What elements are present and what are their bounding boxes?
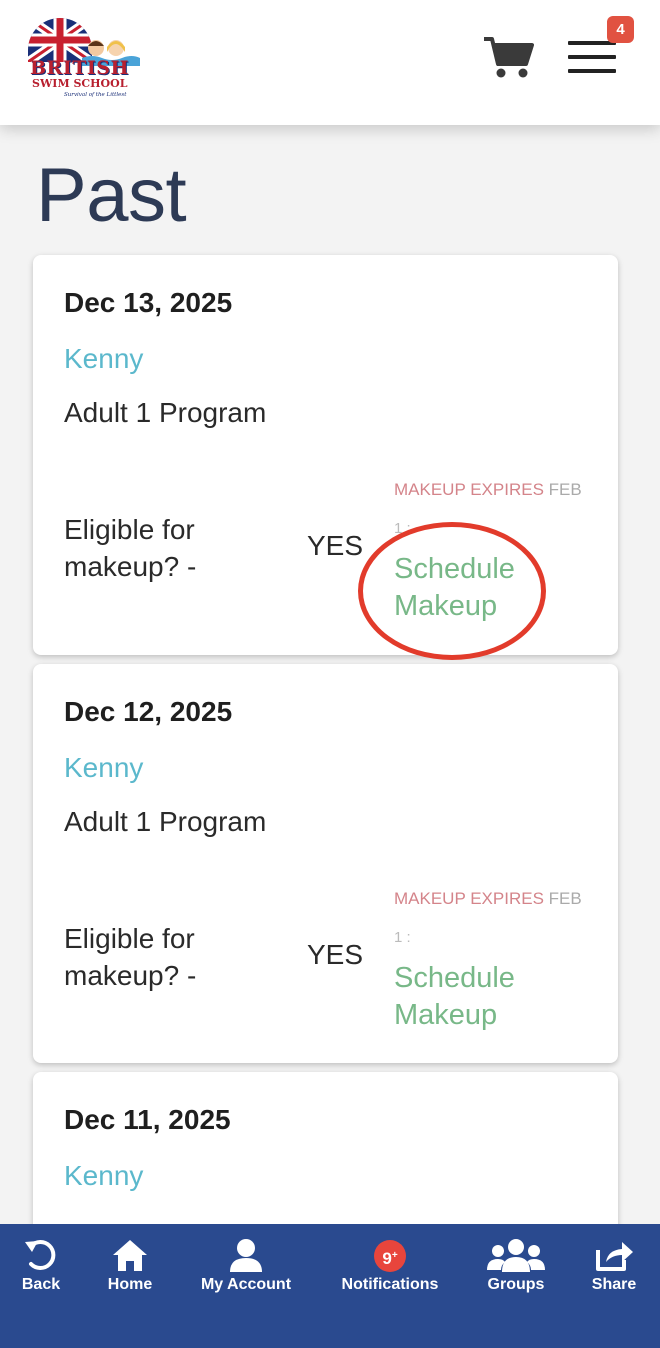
notifications-badge-count: 9 <box>382 1249 392 1268</box>
makeup-expires-label: MAKEUP EXPIRES <box>394 480 544 499</box>
nav-home-label: Home <box>107 1276 153 1293</box>
makeup-expires-label: MAKEUP EXPIRES <box>394 889 544 908</box>
back-arrow-icon <box>25 1240 56 1270</box>
nav-share-button[interactable]: Share <box>580 1224 648 1304</box>
program-name: Adult 1 Program <box>64 806 267 837</box>
bottom-navigation-bar: Back Home My Account 9+ Notifications Gr… <box>0 1224 660 1348</box>
nav-home-button[interactable]: Home <box>94 1224 166 1304</box>
share-icon <box>596 1242 633 1271</box>
notifications-badge: 9+ <box>374 1240 406 1272</box>
student-name-link[interactable]: Kenny <box>64 1160 143 1192</box>
eligible-value: YES <box>307 530 364 561</box>
hamburger-menu-icon[interactable] <box>568 38 616 78</box>
lesson-card: Dec 12, 2025 Kenny Adult 1 Program Eligi… <box>33 664 618 1063</box>
nav-notifications-label: Notifications <box>341 1276 439 1293</box>
cart-icon[interactable] <box>482 34 534 80</box>
program-name: Adult 1 Program <box>64 397 267 428</box>
makeup-expires: MAKEUP EXPIRES FEB <box>394 480 604 500</box>
nav-groups-label: Groups <box>487 1276 545 1293</box>
nav-notifications-button[interactable]: 9+ Notifications <box>332 1224 448 1304</box>
schedule-makeup-link[interactable]: Schedule Makeup <box>394 960 564 1034</box>
nav-back-button[interactable]: Back <box>4 1224 78 1304</box>
eligible-label: Eligible for makeup? - <box>64 514 197 582</box>
menu-badge: 4 <box>607 16 634 43</box>
nav-account-label: My Account <box>200 1276 292 1293</box>
student-name-link[interactable]: Kenny <box>64 343 143 375</box>
logo-tagline: Survival of the Littlest <box>64 92 127 98</box>
home-icon <box>113 1240 147 1271</box>
makeup-expires-month: FEB <box>548 889 582 908</box>
screen: BRITISH SWIM SCHOOL Survival of the Litt… <box>0 0 660 1348</box>
lesson-date: Dec 13, 2025 <box>64 287 233 318</box>
notifications-badge-plus: + <box>391 1250 398 1261</box>
eligible-label: Eligible for makeup? - <box>64 923 197 991</box>
eligible-value: YES <box>307 939 364 970</box>
groups-icon <box>487 1239 545 1272</box>
logo-title: BRITISH <box>30 57 129 79</box>
makeup-expires-month: FEB <box>548 480 582 499</box>
user-icon <box>230 1239 262 1272</box>
nav-share-label: Share <box>591 1276 637 1293</box>
nav-account-button[interactable]: My Account <box>190 1224 302 1304</box>
app-header: BRITISH SWIM SCHOOL Survival of the Litt… <box>0 0 660 125</box>
page-title: Past <box>36 153 187 238</box>
nav-back-label: Back <box>21 1276 61 1293</box>
student-name-link[interactable]: Kenny <box>64 752 143 784</box>
makeup-expires: MAKEUP EXPIRES FEB <box>394 889 604 909</box>
logo-subtitle: SWIM SCHOOL <box>32 77 128 90</box>
highlight-circle-annotation <box>358 522 546 660</box>
lesson-date: Dec 11, 2025 <box>64 1104 231 1135</box>
british-swim-school-logo[interactable]: BRITISH SWIM SCHOOL Survival of the Litt… <box>28 18 140 100</box>
nav-groups-button[interactable]: Groups <box>476 1224 556 1304</box>
lesson-date: Dec 12, 2025 <box>64 696 233 727</box>
makeup-expires-day: 1 : <box>394 929 411 946</box>
